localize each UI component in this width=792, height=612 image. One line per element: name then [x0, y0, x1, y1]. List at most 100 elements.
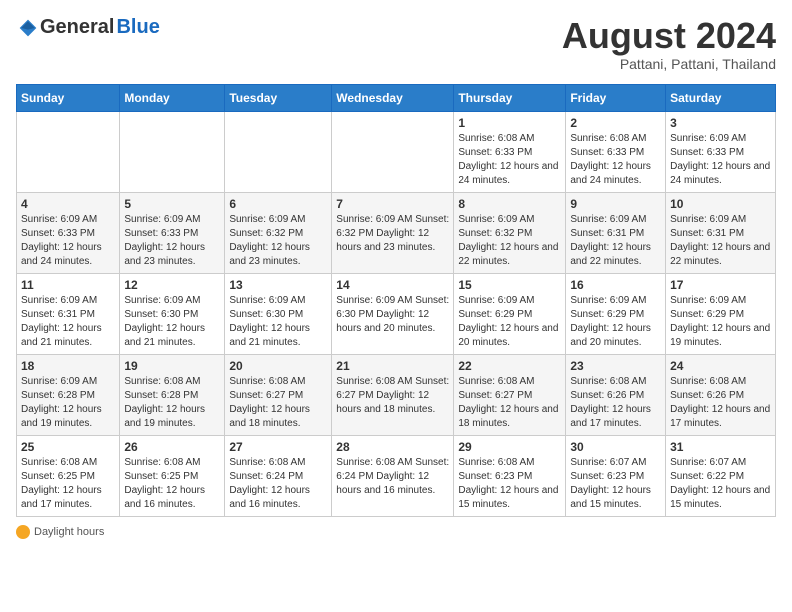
day-header-wednesday: Wednesday: [332, 84, 454, 111]
week-row-2: 11Sunrise: 6:09 AM Sunset: 6:31 PM Dayli…: [17, 273, 776, 354]
day-number: 19: [124, 359, 220, 373]
day-info: Sunrise: 6:08 AM Sunset: 6:25 PM Dayligh…: [21, 456, 115, 512]
sun-icon: [16, 525, 30, 539]
calendar-cell: [120, 111, 225, 192]
calendar-cell: 1 Sunrise: 6:08 AM Sunset: 6:33 PM Daylig…: [454, 111, 566, 192]
day-info: Sunrise: 6:08 AM Sunset: 6:26 PM Dayligh…: [670, 375, 771, 431]
calendar-cell: 29 Sunrise: 6:08 AM Sunset: 6:23 PM Dayli…: [454, 435, 566, 516]
logo-blue-text: Blue: [116, 16, 159, 39]
calendar-cell: 4 Sunrise: 6:09 AM Sunset: 6:33 PM Daylig…: [17, 192, 120, 273]
calendar-cell: 13Sunrise: 6:09 AM Sunset: 6:30 PM Dayli…: [225, 273, 332, 354]
logo-icon: [18, 18, 38, 38]
day-number: 2: [570, 116, 661, 130]
day-number: 28: [336, 440, 449, 454]
title-area: August 2024 Pattani, Pattani, Thailand: [562, 16, 776, 72]
day-info: Sunrise: 6:09 AM Sunset: 6:30 PM Dayligh…: [229, 294, 327, 350]
day-info: Sunrise: 6:09 AM Sunset: 6:30 PM Dayligh…: [124, 294, 220, 350]
day-header-saturday: Saturday: [666, 84, 776, 111]
day-info: Sunrise: 6:09 AM Sunset: 6:28 PM Dayligh…: [21, 375, 115, 431]
day-number: 16: [570, 278, 661, 292]
calendar-cell: 16 Sunrise: 6:09 AM Sunset: 6:29 PM Dayli…: [566, 273, 666, 354]
day-info: Sunrise: 6:08 AM Sunset: 6:24 PM Dayligh…: [229, 456, 327, 512]
day-number: 26: [124, 440, 220, 454]
calendar-cell: 24Sunrise: 6:08 AM Sunset: 6:26 PM Dayli…: [666, 354, 776, 435]
day-info: Sunrise: 6:09 AM Sunset: 6:33 PM Dayligh…: [670, 132, 771, 188]
day-info: Sunrise: 6:08 AM Sunset: 6:33 PM Dayligh…: [458, 132, 561, 188]
logo-general-text: General: [40, 16, 114, 39]
calendar-cell: [225, 111, 332, 192]
calendar-cell: 11Sunrise: 6:09 AM Sunset: 6:31 PM Dayli…: [17, 273, 120, 354]
calendar-cell: 7 Sunrise: 6:09 AM Sunset: 6:32 PM Daylig…: [332, 192, 454, 273]
day-header-monday: Monday: [120, 84, 225, 111]
calendar-cell: 8 Sunrise: 6:09 AM Sunset: 6:32 PM Daylig…: [454, 192, 566, 273]
day-number: 29: [458, 440, 561, 454]
day-number: 14: [336, 278, 449, 292]
day-number: 21: [336, 359, 449, 373]
day-number: 7: [336, 197, 449, 211]
day-info: Sunrise: 6:09 AM Sunset: 6:33 PM Dayligh…: [21, 213, 115, 269]
footer-label: Daylight hours: [34, 526, 104, 538]
calendar-cell: 30Sunrise: 6:07 AM Sunset: 6:23 PM Dayli…: [566, 435, 666, 516]
day-number: 10: [670, 197, 771, 211]
day-info: Sunrise: 6:08 AM Sunset: 6:27 PM Dayligh…: [458, 375, 561, 431]
day-info: Sunrise: 6:08 AM Sunset: 6:24 PM Dayligh…: [336, 456, 449, 498]
day-number: 4: [21, 197, 115, 211]
day-info: Sunrise: 6:08 AM Sunset: 6:25 PM Dayligh…: [124, 456, 220, 512]
day-info: Sunrise: 6:09 AM Sunset: 6:32 PM Dayligh…: [229, 213, 327, 269]
day-number: 20: [229, 359, 327, 373]
day-number: 5: [124, 197, 220, 211]
calendar-cell: 10Sunrise: 6:09 AM Sunset: 6:31 PM Dayli…: [666, 192, 776, 273]
calendar-cell: 6Sunrise: 6:09 AM Sunset: 6:32 PM Daylig…: [225, 192, 332, 273]
day-info: Sunrise: 6:08 AM Sunset: 6:26 PM Dayligh…: [570, 375, 661, 431]
day-info: Sunrise: 6:09 AM Sunset: 6:33 PM Dayligh…: [124, 213, 220, 269]
day-info: Sunrise: 6:09 AM Sunset: 6:29 PM Dayligh…: [570, 294, 661, 350]
day-number: 23: [570, 359, 661, 373]
day-number: 12: [124, 278, 220, 292]
calendar-cell: 20 Sunrise: 6:08 AM Sunset: 6:27 PM Dayli…: [225, 354, 332, 435]
calendar-cell: 14 Sunrise: 6:09 AM Sunset: 6:30 PM Dayli…: [332, 273, 454, 354]
calendar-cell: 21 Sunrise: 6:08 AM Sunset: 6:27 PM Dayli…: [332, 354, 454, 435]
day-header-thursday: Thursday: [454, 84, 566, 111]
week-row-1: 4 Sunrise: 6:09 AM Sunset: 6:33 PM Daylig…: [17, 192, 776, 273]
header-row: SundayMondayTuesdayWednesdayThursdayFrid…: [17, 84, 776, 111]
calendar-table: SundayMondayTuesdayWednesdayThursdayFrid…: [16, 84, 776, 517]
calendar-cell: 23 Sunrise: 6:08 AM Sunset: 6:26 PM Dayli…: [566, 354, 666, 435]
calendar-cell: 5 Sunrise: 6:09 AM Sunset: 6:33 PM Daylig…: [120, 192, 225, 273]
day-info: Sunrise: 6:09 AM Sunset: 6:30 PM Dayligh…: [336, 294, 449, 336]
day-number: 17: [670, 278, 771, 292]
day-number: 1: [458, 116, 561, 130]
calendar-cell: 27 Sunrise: 6:08 AM Sunset: 6:24 PM Dayli…: [225, 435, 332, 516]
day-info: Sunrise: 6:08 AM Sunset: 6:23 PM Dayligh…: [458, 456, 561, 512]
day-info: Sunrise: 6:09 AM Sunset: 6:31 PM Dayligh…: [570, 213, 661, 269]
footer-note: Daylight hours: [16, 525, 776, 539]
calendar-cell: 25Sunrise: 6:08 AM Sunset: 6:25 PM Dayli…: [17, 435, 120, 516]
day-header-tuesday: Tuesday: [225, 84, 332, 111]
day-number: 27: [229, 440, 327, 454]
day-info: Sunrise: 6:09 AM Sunset: 6:32 PM Dayligh…: [458, 213, 561, 269]
day-info: Sunrise: 6:08 AM Sunset: 6:33 PM Dayligh…: [570, 132, 661, 188]
day-info: Sunrise: 6:09 AM Sunset: 6:32 PM Dayligh…: [336, 213, 449, 255]
calendar-cell: 18 Sunrise: 6:09 AM Sunset: 6:28 PM Dayli…: [17, 354, 120, 435]
calendar-cell: 12 Sunrise: 6:09 AM Sunset: 6:30 PM Dayli…: [120, 273, 225, 354]
calendar-cell: 19Sunrise: 6:08 AM Sunset: 6:28 PM Dayli…: [120, 354, 225, 435]
day-info: Sunrise: 6:08 AM Sunset: 6:27 PM Dayligh…: [229, 375, 327, 431]
calendar-cell: [332, 111, 454, 192]
calendar-cell: [17, 111, 120, 192]
calendar-cell: 31 Sunrise: 6:07 AM Sunset: 6:22 PM Dayli…: [666, 435, 776, 516]
day-number: 18: [21, 359, 115, 373]
day-number: 8: [458, 197, 561, 211]
day-info: Sunrise: 6:09 AM Sunset: 6:29 PM Dayligh…: [670, 294, 771, 350]
day-info: Sunrise: 6:09 AM Sunset: 6:31 PM Dayligh…: [21, 294, 115, 350]
day-number: 31: [670, 440, 771, 454]
day-number: 3: [670, 116, 771, 130]
location-subtitle: Pattani, Pattani, Thailand: [562, 56, 776, 72]
calendar-cell: 26 Sunrise: 6:08 AM Sunset: 6:25 PM Dayli…: [120, 435, 225, 516]
day-header-sunday: Sunday: [17, 84, 120, 111]
calendar-cell: 3 Sunrise: 6:09 AM Sunset: 6:33 PM Daylig…: [666, 111, 776, 192]
logo: General Blue: [16, 16, 160, 39]
day-info: Sunrise: 6:07 AM Sunset: 6:22 PM Dayligh…: [670, 456, 771, 512]
day-info: Sunrise: 6:08 AM Sunset: 6:27 PM Dayligh…: [336, 375, 449, 417]
day-info: Sunrise: 6:07 AM Sunset: 6:23 PM Dayligh…: [570, 456, 661, 512]
calendar-cell: 28 Sunrise: 6:08 AM Sunset: 6:24 PM Dayli…: [332, 435, 454, 516]
calendar-cell: 22Sunrise: 6:08 AM Sunset: 6:27 PM Dayli…: [454, 354, 566, 435]
